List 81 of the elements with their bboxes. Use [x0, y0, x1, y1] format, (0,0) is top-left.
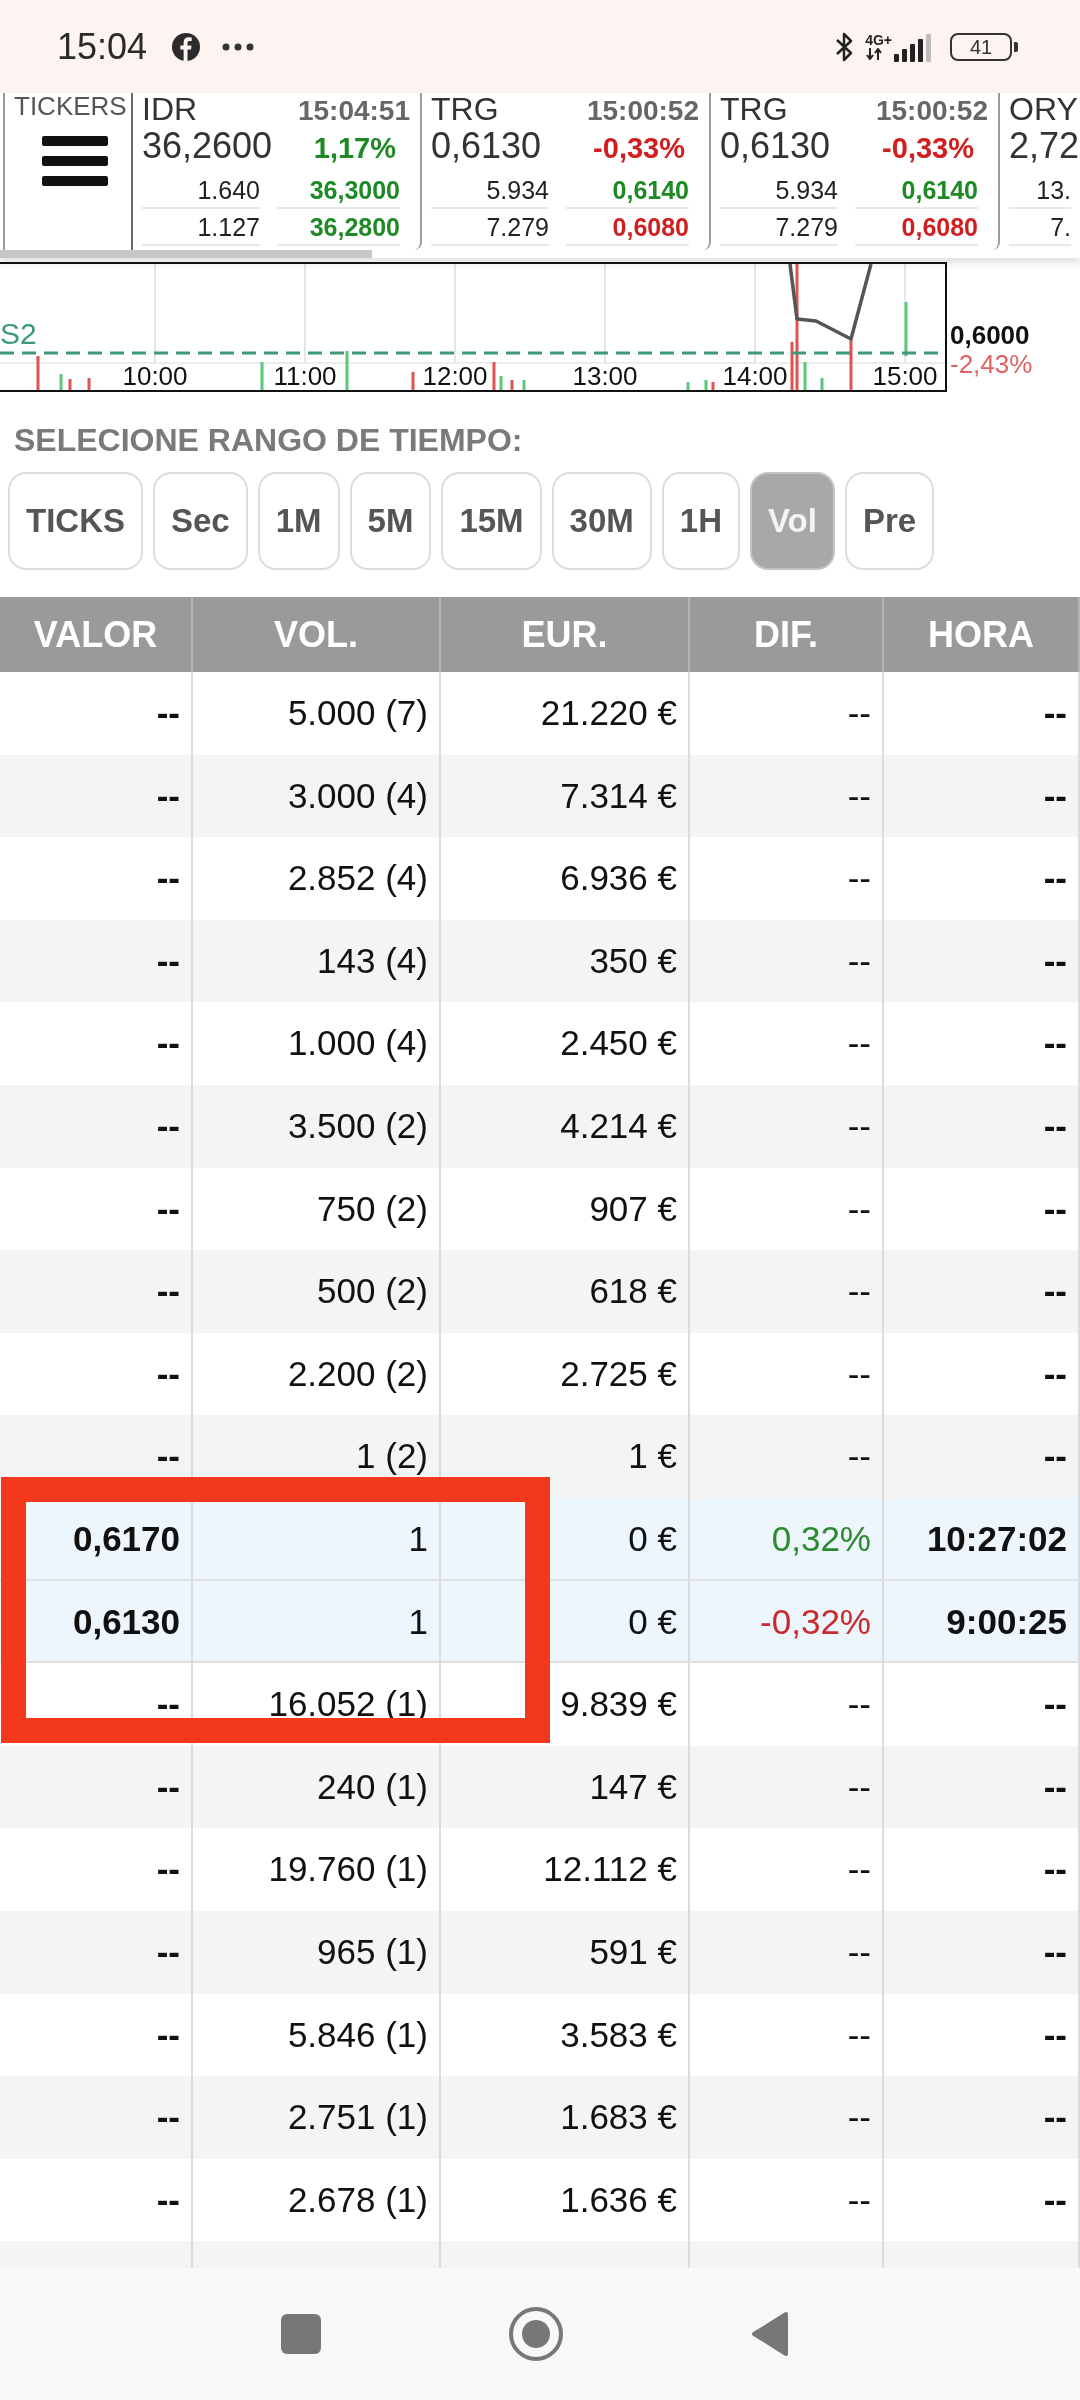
ticker-symbol: TRG: [431, 93, 499, 125]
book-quantity: 1.640: [142, 172, 260, 209]
time-range-button[interactable]: Pre: [844, 472, 935, 570]
volume-bar: [36, 356, 40, 390]
ticker-card[interactable]: ORY 2,72 13. 7.: [1000, 93, 1080, 250]
volume-bar: [260, 362, 264, 390]
book-quantity: 13.: [1009, 172, 1071, 209]
volume-bar: [59, 374, 63, 390]
time-axis-label: 14:00: [722, 362, 788, 390]
ticker-time: 15:04:51: [297, 95, 410, 127]
time-range-button[interactable]: 5M: [349, 472, 432, 570]
time-range-title: SELECIONE RANGO DE TIEMPO:: [14, 423, 523, 457]
back-icon[interactable]: [751, 2311, 789, 2357]
book-quantity: 7.279: [720, 209, 838, 246]
volume-bar: [411, 372, 415, 390]
ticker-time: 15:00:52: [586, 95, 699, 127]
data-arrows-icon: [865, 48, 884, 60]
time-range-button[interactable]: Sec: [153, 472, 248, 570]
chart-change-label: -2,43%: [950, 350, 1033, 378]
book-price: 0,6140: [566, 172, 689, 209]
price-cell: --: [0, 1415, 193, 1498]
volume-bar: [87, 378, 91, 390]
volume-bar: [522, 380, 526, 390]
book-quantity: 5.934: [720, 172, 838, 209]
volume-bar: [345, 351, 349, 390]
time-range-button[interactable]: 1H: [661, 472, 740, 570]
volume-bar: [704, 380, 708, 390]
volume-bar: [711, 382, 715, 390]
book-price: 36,3000: [277, 172, 400, 209]
ticker-card[interactable]: TRG 15:00:52 0,6130 -0,33% 5.934 0,6140 7.279 0,6080: [711, 93, 1000, 250]
menu-icon[interactable]: [42, 136, 108, 186]
ticker-symbol: ORY: [1009, 93, 1078, 125]
book-quantity: 7.: [1009, 209, 1071, 246]
volume-cell: 1 (2): [193, 1415, 441, 1498]
ticker-price: 36,2600: [142, 127, 273, 165]
ticker-change: -0,33%: [882, 132, 974, 165]
book-price: 0,6080: [566, 209, 689, 246]
chart-price-label: 0,6000: [950, 320, 1031, 350]
signal-icon: [894, 31, 934, 62]
time-axis-label: 12:00: [422, 362, 488, 390]
time-range-button[interactable]: 15M: [441, 472, 542, 570]
ticker-symbol: IDR: [142, 93, 198, 125]
ticker-price: 0,6130: [431, 127, 542, 165]
network-type-label: 4G+: [865, 33, 892, 48]
book-price: 0,6080: [855, 209, 978, 246]
ring-icon[interactable]: [509, 2307, 563, 2361]
tickers-label: TICKERS: [14, 93, 128, 119]
bluetooth-icon: [835, 30, 854, 63]
time-axis-label: 13:00: [572, 362, 638, 390]
volume-bar: [499, 376, 503, 390]
time-axis-label: 15:00: [872, 362, 938, 390]
time-axis-label: 10:00: [122, 362, 188, 390]
ticker-price: 2,72: [1009, 127, 1080, 165]
ticker-time: 15:00:52: [875, 95, 988, 127]
book-quantity: 5.934: [431, 172, 549, 209]
ticker-change: 1,17%: [313, 132, 396, 165]
volume-bar: [803, 362, 807, 390]
time-range-button[interactable]: TICKS: [8, 472, 143, 570]
ticker-card[interactable]: TRG 15:00:52 0,6130 -0,33% 5.934 0,6140 7.279 0,6080: [422, 93, 711, 250]
more-icon: [222, 42, 255, 51]
ticker-price: 0,6130: [720, 127, 831, 165]
volume-bar: [68, 379, 72, 390]
time-axis-label: 11:00: [273, 362, 337, 390]
volume-bar: [492, 362, 496, 390]
time-range-button[interactable]: 1M: [257, 472, 340, 570]
f-circle-icon: [171, 31, 202, 62]
volume-bar: [904, 302, 908, 356]
volume-bar: [820, 378, 824, 390]
volume-bar: [510, 380, 514, 390]
book-price: 0,6140: [855, 172, 978, 209]
volume-bar: [686, 382, 690, 390]
battery-indicator: 41: [950, 32, 1018, 61]
volume-bar: [849, 340, 853, 390]
book-quantity: 7.279: [431, 209, 549, 246]
time-range-button[interactable]: 30M: [551, 472, 652, 570]
ticker-symbol: TRG: [720, 93, 788, 125]
support-label: S2: [0, 318, 37, 350]
ticker-change: -0,33%: [593, 132, 685, 165]
status-time: 15:04: [57, 26, 148, 67]
book-quantity: 1.127: [142, 209, 260, 246]
book-price: 36,2800: [277, 209, 400, 246]
